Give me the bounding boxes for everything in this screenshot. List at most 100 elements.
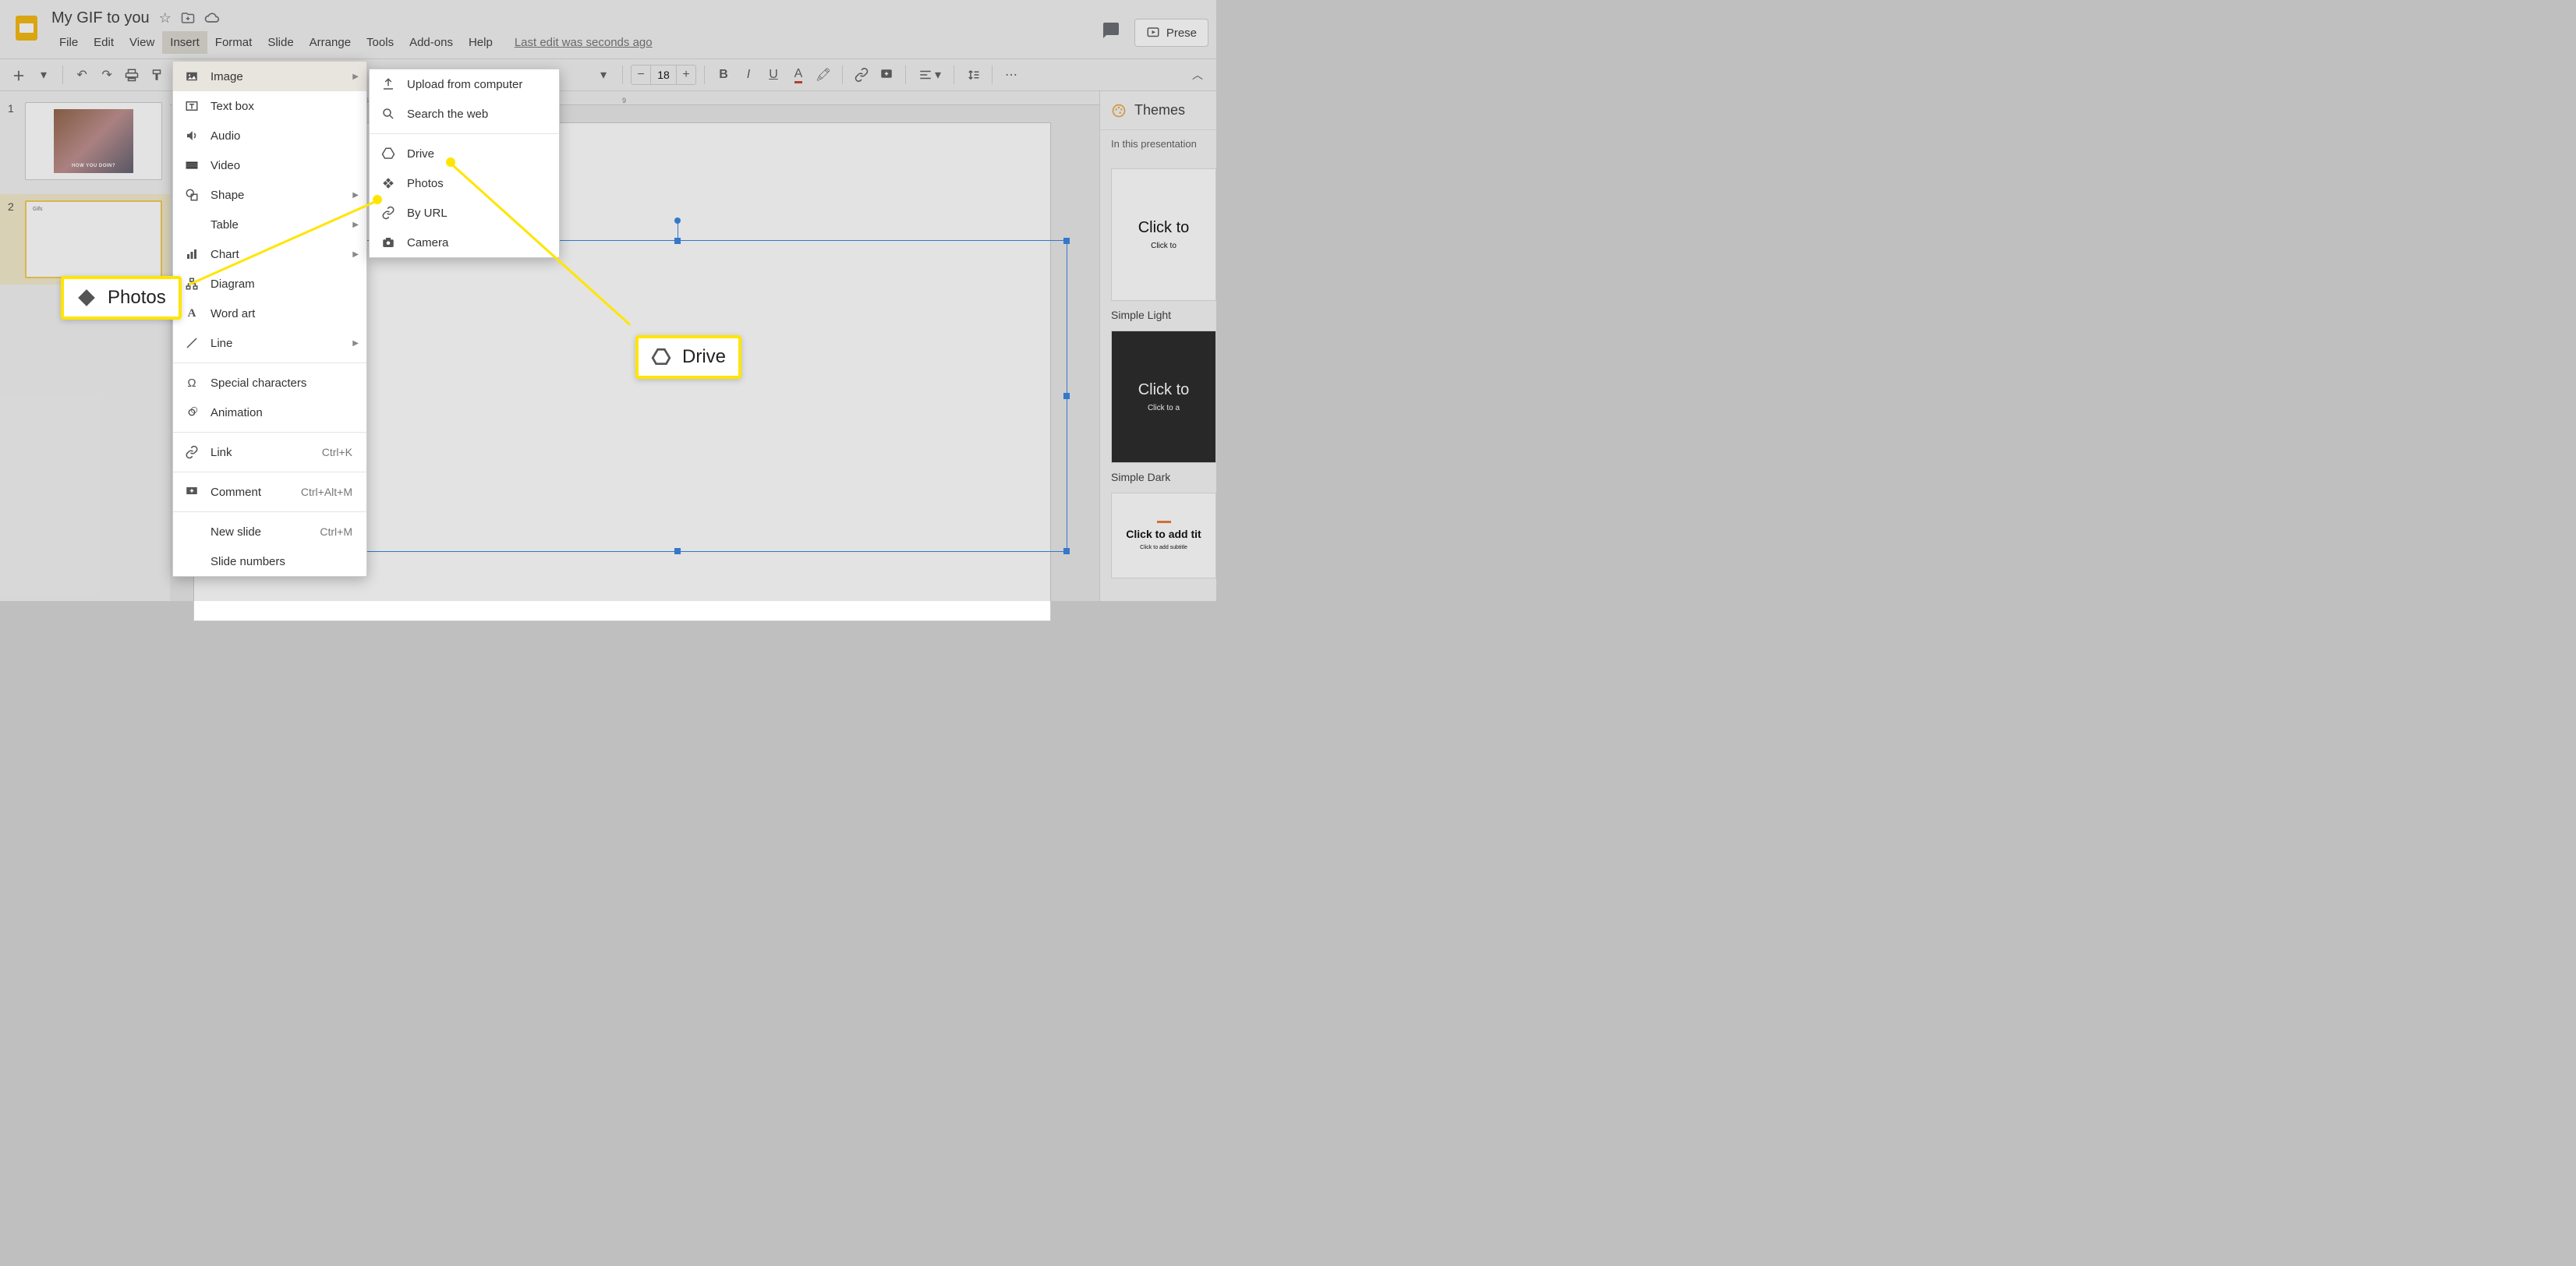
collapse-toolbar-button[interactable]: ︿	[1187, 64, 1208, 86]
insert-wordart[interactable]: AWord art	[173, 299, 366, 328]
insert-animation[interactable]: Animation	[173, 398, 366, 427]
menu-tools[interactable]: Tools	[359, 31, 402, 54]
callout-drive: Drive	[635, 335, 741, 379]
align-button[interactable]: ▾	[914, 64, 946, 86]
image-drive[interactable]: Drive	[370, 139, 559, 168]
font-dropdown-arrow[interactable]: ▾	[593, 64, 614, 86]
themes-header: Themes	[1100, 91, 1216, 129]
insert-comment-button[interactable]	[876, 64, 897, 86]
image-icon	[184, 69, 200, 84]
font-size-control[interactable]: − 18 +	[631, 65, 696, 85]
present-button[interactable]: Prese	[1134, 19, 1208, 47]
menu-arrange[interactable]: Arrange	[302, 31, 359, 54]
insert-comment[interactable]: CommentCtrl+Alt+M	[173, 477, 366, 507]
menu-edit[interactable]: Edit	[86, 31, 122, 54]
resize-handle-e[interactable]	[1063, 393, 1070, 399]
redo-button[interactable]: ↷	[96, 64, 118, 86]
url-icon	[380, 205, 396, 221]
resize-handle-se[interactable]	[1063, 548, 1070, 554]
highlight-color-button[interactable]: 🖍	[812, 64, 834, 86]
slide-thumbnail-2[interactable]: 2 Gifs	[0, 194, 170, 285]
insert-diagram[interactable]: Diagram	[173, 269, 366, 299]
more-options-button[interactable]: ⋯	[1000, 64, 1022, 86]
insert-link[interactable]: LinkCtrl+K	[173, 437, 366, 467]
selected-text-box[interactable]	[288, 240, 1067, 552]
menu-slide[interactable]: Slide	[260, 31, 301, 54]
photos-icon	[76, 288, 97, 308]
document-title[interactable]: My GIF to you	[51, 9, 150, 27]
font-size-value[interactable]: 18	[650, 65, 677, 84]
bold-button[interactable]: B	[713, 64, 734, 86]
drive-icon	[651, 347, 671, 367]
menu-help[interactable]: Help	[461, 31, 501, 54]
camera-icon	[380, 235, 396, 250]
chart-icon	[184, 246, 200, 262]
insert-chart[interactable]: Chart▶	[173, 239, 366, 269]
underline-button[interactable]: U	[763, 64, 784, 86]
themes-title: Themes	[1134, 102, 1185, 118]
link-icon	[184, 444, 200, 460]
insert-shape[interactable]: Shape▶	[173, 180, 366, 210]
rotation-handle[interactable]	[674, 217, 681, 224]
image-photos[interactable]: Photos	[370, 168, 559, 198]
comments-icon[interactable]	[1102, 21, 1120, 45]
theme-card-3[interactable]: Click to add tit Click to add subtitle	[1111, 493, 1216, 578]
star-icon[interactable]: ☆	[159, 10, 172, 27]
new-slide-button[interactable]: ＋	[8, 64, 30, 86]
insert-special-chars[interactable]: ΩSpecial characters	[173, 368, 366, 398]
insert-new-slide[interactable]: New slideCtrl+M	[173, 517, 366, 546]
theme-card-light[interactable]: Click to Click to	[1111, 168, 1216, 301]
omega-icon: Ω	[184, 375, 200, 391]
menu-addons[interactable]: Add-ons	[402, 31, 461, 54]
insert-link-button[interactable]	[851, 64, 872, 86]
menu-bar: File Edit View Insert Format Slide Arran…	[51, 31, 653, 54]
theme-label-dark: Simple Dark	[1111, 471, 1216, 483]
insert-table[interactable]: Table▶	[173, 210, 366, 239]
undo-button[interactable]: ↶	[71, 64, 93, 86]
theme-card-dark[interactable]: Click to Click to a	[1111, 331, 1216, 463]
line-icon	[184, 335, 200, 351]
slide-thumbnail-1[interactable]: 1 HOW YOU DOIN?	[8, 102, 162, 180]
last-edit-link[interactable]: Last edit was seconds ago	[515, 31, 653, 54]
comment-icon	[184, 484, 200, 500]
search-icon	[380, 106, 396, 122]
image-search-web[interactable]: Search the web	[370, 99, 559, 129]
image-upload[interactable]: Upload from computer	[370, 69, 559, 99]
print-button[interactable]	[121, 64, 143, 86]
resize-handle-n[interactable]	[674, 238, 681, 244]
text-color-button[interactable]: A	[787, 64, 809, 86]
slide-number: 2	[8, 200, 19, 278]
slide-1-preview-image: HOW YOU DOIN?	[54, 109, 133, 173]
image-camera[interactable]: Camera	[370, 228, 559, 257]
slide-number: 1	[8, 102, 19, 180]
slides-logo[interactable]	[9, 11, 44, 45]
audio-icon	[184, 128, 200, 143]
paint-format-button[interactable]	[146, 64, 168, 86]
font-size-increase[interactable]: +	[677, 68, 695, 82]
menu-format[interactable]: Format	[207, 31, 260, 54]
menu-file[interactable]: File	[51, 31, 86, 54]
font-size-decrease[interactable]: −	[632, 68, 650, 82]
insert-audio[interactable]: Audio	[173, 121, 366, 150]
menu-insert[interactable]: Insert	[162, 31, 207, 54]
cloud-status-icon[interactable]	[204, 10, 220, 26]
insert-video[interactable]: Video	[173, 150, 366, 180]
table-icon	[184, 217, 200, 232]
insert-textbox[interactable]: Text box	[173, 91, 366, 121]
image-by-url[interactable]: By URL	[370, 198, 559, 228]
insert-line[interactable]: Line▶	[173, 328, 366, 358]
photos-icon	[380, 175, 396, 191]
resize-handle-s[interactable]	[674, 548, 681, 554]
line-spacing-button[interactable]	[962, 64, 984, 86]
new-slide-dropdown[interactable]: ▾	[33, 64, 55, 86]
callout-photos: Photos	[61, 276, 182, 320]
menu-view[interactable]: View	[122, 31, 162, 54]
themes-subtitle: In this presentation	[1100, 129, 1216, 159]
slide-2-title-text: Gifs	[33, 207, 42, 212]
move-to-folder-icon[interactable]	[181, 11, 195, 25]
resize-handle-ne[interactable]	[1063, 238, 1070, 244]
insert-image[interactable]: Image▶	[173, 62, 366, 91]
insert-slide-numbers[interactable]: Slide numbers	[173, 546, 366, 576]
italic-button[interactable]: I	[738, 64, 759, 86]
themes-panel: Themes In this presentation Click to Cli…	[1099, 91, 1216, 601]
